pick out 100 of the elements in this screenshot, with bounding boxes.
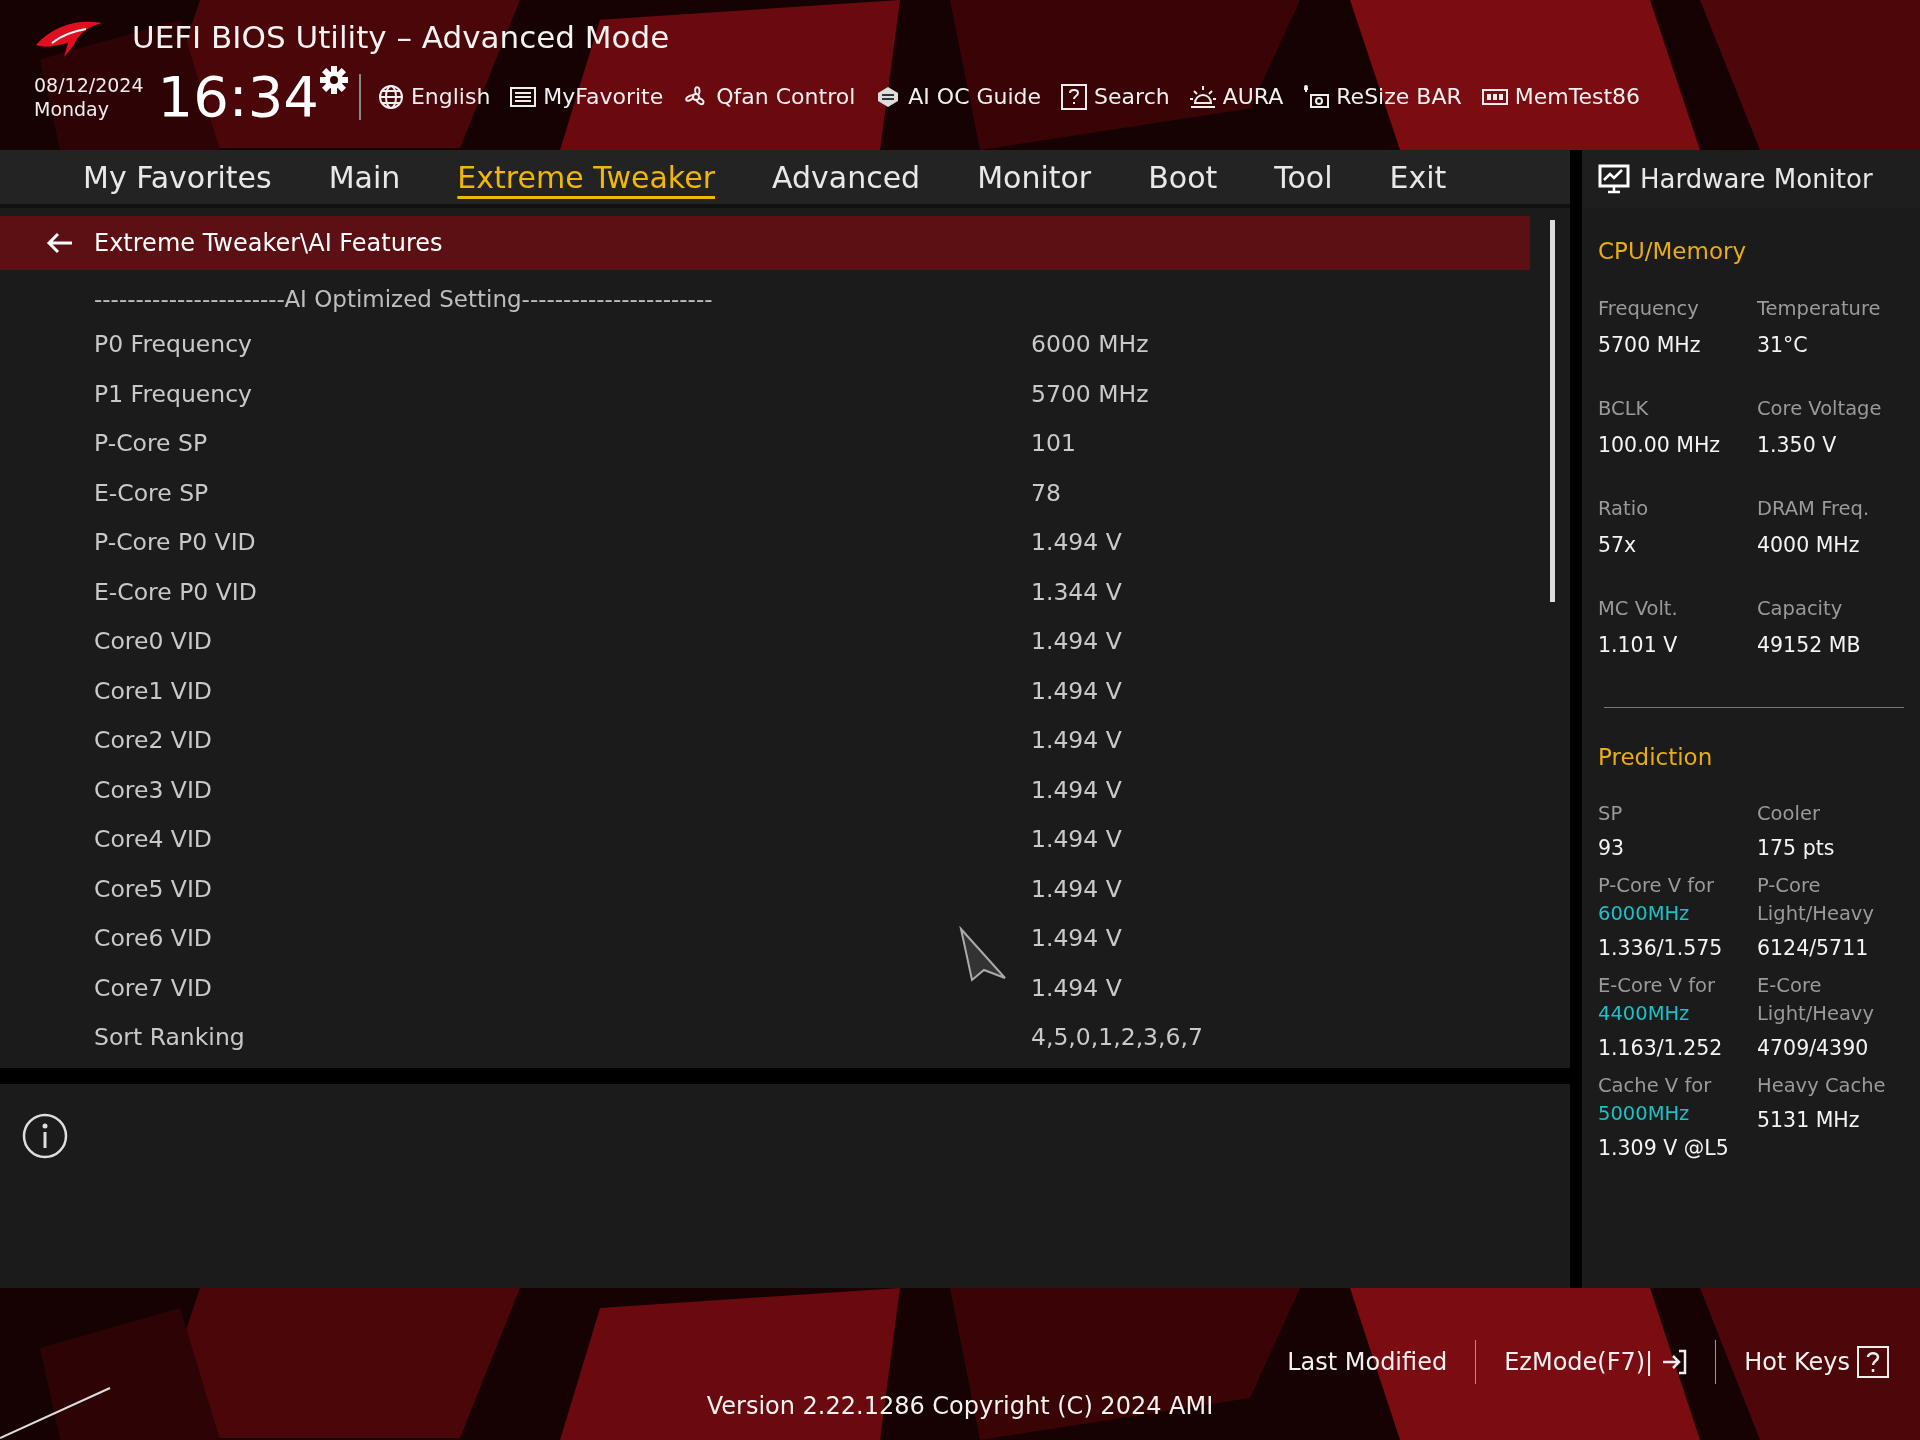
menu-tab[interactable]: Extreme Tweaker [438, 154, 734, 200]
day-text: Monday [34, 96, 110, 121]
monitor-label: Temperature [1757, 295, 1882, 322]
monitor-label: Ratio [1598, 495, 1650, 522]
cursor-icon [958, 926, 1008, 982]
setting-label: P1 Frequency [94, 378, 252, 410]
footer-button[interactable]: EzMode(F7)| [1476, 1344, 1716, 1380]
footer-button[interactable]: Last Modified [1259, 1344, 1476, 1380]
toolbar-button[interactable]: English [376, 80, 491, 113]
setting-value: 1.494 V [1031, 873, 1123, 905]
monitor-value: 4000 MHz [1757, 531, 1861, 559]
section-title: CPU/Memory [1598, 237, 1748, 266]
monitor-label: MC Volt. [1598, 595, 1679, 622]
setting-value: 101 [1031, 428, 1077, 460]
monitor-value: 1.309 V @L5 [1598, 1135, 1730, 1162]
date-text: 08/12/2024 [34, 72, 144, 97]
panel-title: Hardware Monitor [1640, 162, 1873, 196]
setting-label: Core5 VID [94, 873, 212, 905]
menu-tab[interactable]: Tool [1255, 154, 1352, 200]
setting-value: 1.494 V [1031, 774, 1123, 806]
monitor-label: P-Core Light/Heavy [1757, 873, 1875, 927]
toolbar-button[interactable]: Qfan Control [682, 80, 856, 113]
monitor-value: 4709/4390 [1757, 1035, 1870, 1062]
section-title: Prediction [1598, 742, 1714, 772]
monitor-label: Cache V for 5000MHz [1598, 1073, 1713, 1127]
monitor-label: Heavy Cache [1757, 1073, 1887, 1099]
scrollbar-thumb[interactable] [1550, 220, 1555, 602]
menu-tab[interactable]: My Favorites [64, 154, 291, 200]
graphics-card-icon [1302, 82, 1331, 111]
monitor-label: P-Core V for 6000MHz [1598, 873, 1716, 927]
setting-value: 1.494 V [1031, 824, 1123, 856]
monitor-value: 6124/5711 [1757, 935, 1870, 962]
menu-tab[interactable]: Monitor [958, 154, 1111, 200]
monitor-value: 57x [1598, 531, 1638, 559]
setting-value: 1.494 V [1031, 527, 1123, 559]
setting-label: Core2 VID [94, 725, 212, 757]
toolbar-button[interactable]: ReSize BAR [1302, 80, 1462, 113]
monitor-icon [1598, 164, 1630, 194]
monitor-value: 1.350 V [1757, 431, 1838, 459]
setting-value: 1.494 V [1031, 725, 1123, 757]
info-icon [21, 1112, 69, 1160]
toolbar-button[interactable]: MemTest86 [1480, 80, 1640, 113]
setting-value: 5700 MHz [1031, 378, 1150, 410]
setting-value: 78 [1031, 477, 1062, 509]
setting-label: Core3 VID [94, 774, 212, 806]
setting-label: Core1 VID [94, 675, 212, 707]
monitor-value: 1.101 V [1598, 631, 1679, 659]
footer-button[interactable]: Hot Keys [1716, 1344, 1890, 1380]
window-title: UEFI BIOS Utility – Advanced Mode [132, 18, 670, 57]
setting-value: 1.494 V [1031, 923, 1123, 955]
monitor-label: E-Core Light/Heavy [1757, 973, 1875, 1027]
monitor-label: Frequency [1598, 295, 1700, 322]
help-icon [1856, 1345, 1890, 1379]
monitor-label: E-Core V for 4400MHz [1598, 973, 1717, 1027]
toolbar-button[interactable]: AI OC Guide [874, 80, 1042, 113]
monitor-value: 5131 MHz [1757, 1107, 1861, 1134]
setting-label: E-Core P0 VID [94, 576, 257, 608]
setting-value: 1.494 V [1031, 972, 1123, 1004]
settings-icon[interactable] [318, 64, 349, 95]
menu-tab[interactable]: Main [309, 154, 420, 200]
back-arrow-icon[interactable] [46, 232, 74, 254]
breadcrumb-text: Extreme Tweaker\AI Features [94, 228, 443, 259]
version-text: Version 2.22.1286 Copyright (C) 2024 AMI [705, 1391, 1215, 1422]
monitor-value: 100.00 MHz [1598, 431, 1722, 459]
globe-icon [376, 82, 405, 111]
monitor-label: Cooler [1757, 801, 1821, 827]
monitor-value: 175 pts [1757, 835, 1836, 862]
setting-value: 1.344 V [1031, 576, 1123, 608]
menu-tab[interactable]: Boot [1129, 154, 1237, 200]
toolbar-button[interactable]: AURA [1188, 80, 1284, 113]
setting-label: Core0 VID [94, 626, 212, 658]
toolbar-button[interactable]: MyFavorite [509, 80, 664, 113]
setting-label: P0 Frequency [94, 329, 252, 361]
setting-label: E-Core SP [94, 477, 209, 509]
setting-value: 4,5,0,1,2,3,6,7 [1031, 1022, 1204, 1054]
monitor-label: BCLK [1598, 395, 1650, 422]
clock-time: 16:34 [157, 68, 319, 125]
setting-label: Core4 VID [94, 824, 212, 856]
setting-label: P-Core P0 VID [94, 527, 256, 559]
monitor-label: Core Voltage [1757, 395, 1883, 422]
monitor-label: DRAM Freq. [1757, 495, 1871, 522]
toolbar-button[interactable]: Search [1060, 80, 1170, 113]
monitor-value: 31°C [1757, 331, 1809, 359]
setting-value: 1.494 V [1031, 626, 1123, 658]
setting-label: Core7 VID [94, 972, 212, 1004]
menu-tab[interactable]: Exit [1370, 154, 1466, 200]
monitor-label: Capacity [1757, 595, 1844, 622]
monitor-value: 93 [1598, 835, 1626, 862]
setting-label: P-Core SP [94, 428, 208, 460]
menu-tab[interactable]: Advanced [752, 154, 940, 200]
monitor-label: SP [1598, 801, 1624, 827]
setting-value: 1.494 V [1031, 675, 1123, 707]
monitor-value: 1.336/1.575 [1598, 935, 1724, 962]
setting-label: Sort Ranking [94, 1022, 245, 1054]
monitor-value: 49152 MB [1757, 631, 1862, 659]
monitor-value: 1.163/1.252 [1598, 1035, 1724, 1062]
section-heading: -----------------------AI Optimized Setting----------------------- [94, 285, 714, 314]
setting-label: Core6 VID [94, 923, 212, 955]
setting-value: 6000 MHz [1031, 329, 1150, 361]
search-icon [1060, 82, 1089, 111]
